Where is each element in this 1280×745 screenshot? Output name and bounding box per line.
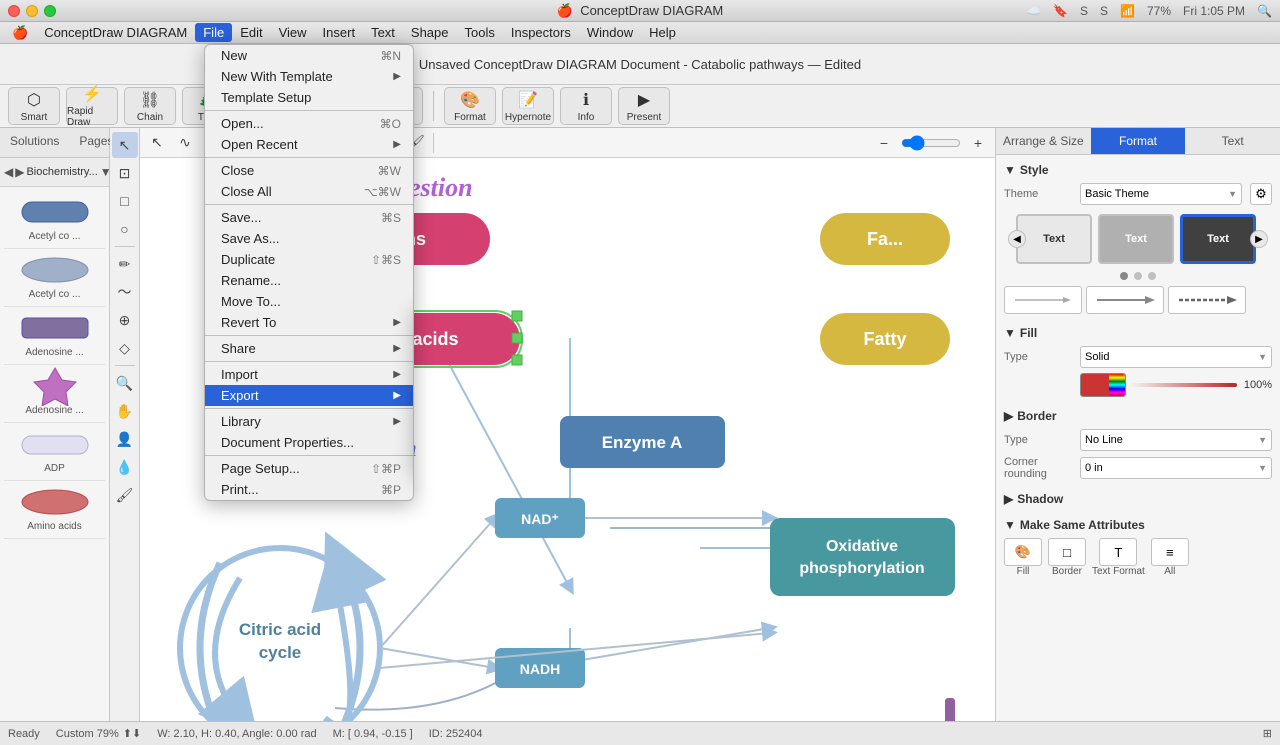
menu-new[interactable]: New ⌘N xyxy=(205,45,413,66)
menu-apple[interactable]: 🍎 xyxy=(4,23,36,43)
menubar: 🍎 ConceptDraw DIAGRAM File Edit View Ins… xyxy=(0,22,1280,44)
save-shortcut: ⌘S xyxy=(381,211,401,225)
menu-print[interactable]: Print... ⌘P xyxy=(205,479,413,500)
template-setup-label: Template Setup xyxy=(221,90,311,105)
menu-save-as[interactable]: Save As... xyxy=(205,228,413,249)
time-display: Fri 1:05 PM xyxy=(1183,4,1245,18)
close-label: Close xyxy=(221,163,254,178)
print-shortcut: ⌘P xyxy=(381,483,401,497)
menu-view[interactable]: View xyxy=(271,23,315,42)
import-label: Import xyxy=(221,367,258,382)
menu-page-setup[interactable]: Page Setup... ⇧⌘P xyxy=(205,458,413,479)
menu-close[interactable]: Close ⌘W xyxy=(205,160,413,181)
sep-2 xyxy=(205,157,413,158)
menu-tools[interactable]: Tools xyxy=(457,23,503,42)
library-label: Library xyxy=(221,414,261,429)
battery-indicator: 77% xyxy=(1147,4,1171,18)
new-shortcut: ⌘N xyxy=(380,49,401,63)
menu-shape[interactable]: Shape xyxy=(403,23,457,42)
export-label: Export xyxy=(221,388,259,403)
menu-doc-props[interactable]: Document Properties... xyxy=(205,432,413,453)
save-label: Save... xyxy=(221,210,261,225)
minimize-button[interactable] xyxy=(26,5,38,17)
menu-import[interactable]: Import ▶ xyxy=(205,364,413,385)
duplicate-label: Duplicate xyxy=(221,252,275,267)
move-to-label: Move To... xyxy=(221,294,281,309)
sep-3 xyxy=(205,204,413,205)
library-arrow: ▶ xyxy=(393,416,401,427)
revert-to-arrow: ▶ xyxy=(393,317,401,328)
maximize-button[interactable] xyxy=(44,5,56,17)
open-recent-arrow: ▶ xyxy=(393,139,401,150)
menu-edit[interactable]: Edit xyxy=(232,23,270,42)
new-template-label: New With Template xyxy=(221,69,333,84)
menu-library[interactable]: Library ▶ xyxy=(205,411,413,432)
close-shortcut: ⌘W xyxy=(378,164,401,178)
open-label: Open... xyxy=(221,116,264,131)
close-all-label: Close All xyxy=(221,184,272,199)
sep-1 xyxy=(205,110,413,111)
open-recent-label: Open Recent xyxy=(221,137,298,152)
menu-open[interactable]: Open... ⌘O xyxy=(205,113,413,134)
share-label: Share xyxy=(221,341,256,356)
cloud-icon: ☁️ xyxy=(1026,4,1041,18)
close-button[interactable] xyxy=(8,5,20,17)
file-menu: New ⌘N New With Template ▶ Template Setu… xyxy=(204,44,414,501)
menu-inspectors[interactable]: Inspectors xyxy=(503,23,579,42)
menu-duplicate[interactable]: Duplicate ⇧⌘S xyxy=(205,249,413,270)
new-template-arrow: ▶ xyxy=(393,71,401,82)
menu-export[interactable]: Export ▶ xyxy=(205,385,413,406)
print-label: Print... xyxy=(221,482,259,497)
menu-overlay[interactable]: New ⌘N New With Template ▶ Template Setu… xyxy=(0,44,1280,745)
export-arrow: ▶ xyxy=(393,390,401,401)
menu-help[interactable]: Help xyxy=(641,23,684,42)
menu-move-to[interactable]: Move To... xyxy=(205,291,413,312)
doc-props-label: Document Properties... xyxy=(221,435,354,450)
menu-revert-to[interactable]: Revert To ▶ xyxy=(205,312,413,333)
rename-label: Rename... xyxy=(221,273,281,288)
menu-file[interactable]: File xyxy=(195,23,232,42)
menu-save[interactable]: Save... ⌘S xyxy=(205,207,413,228)
menu-window[interactable]: Window xyxy=(579,23,641,42)
new-label: New xyxy=(221,48,247,63)
bookmark-icon: 🔖 xyxy=(1053,4,1068,18)
search-icon[interactable]: 🔍 xyxy=(1257,4,1272,18)
duplicate-shortcut: ⇧⌘S xyxy=(371,253,401,267)
s-icon: S xyxy=(1080,4,1088,18)
titlebar-right: ☁️ 🔖 S S 📶 77% Fri 1:05 PM 🔍 xyxy=(1026,4,1272,18)
revert-to-label: Revert To xyxy=(221,315,276,330)
menu-share[interactable]: Share ▶ xyxy=(205,338,413,359)
window-controls[interactable] xyxy=(8,5,56,17)
titlebar: 🍎 ConceptDraw DIAGRAM ☁️ 🔖 S S 📶 77% Fri… xyxy=(0,0,1280,22)
open-shortcut: ⌘O xyxy=(380,117,401,131)
sep-5 xyxy=(205,361,413,362)
skype-icon: S xyxy=(1100,4,1108,18)
page-setup-shortcut: ⇧⌘P xyxy=(371,462,401,476)
sep-4 xyxy=(205,335,413,336)
menu-new-template[interactable]: New With Template ▶ xyxy=(205,66,413,87)
menu-app[interactable]: ConceptDraw DIAGRAM xyxy=(36,23,195,42)
sep-7 xyxy=(205,455,413,456)
menu-close-all[interactable]: Close All ⌥⌘W xyxy=(205,181,413,202)
menu-open-recent[interactable]: Open Recent ▶ xyxy=(205,134,413,155)
sep-6 xyxy=(205,408,413,409)
wifi-icon: 📶 xyxy=(1120,4,1135,18)
page-setup-label: Page Setup... xyxy=(221,461,300,476)
apple-icon: 🍎 xyxy=(557,3,573,18)
close-all-shortcut: ⌥⌘W xyxy=(364,185,401,199)
menu-template-setup[interactable]: Template Setup xyxy=(205,87,413,108)
import-arrow: ▶ xyxy=(393,369,401,380)
menu-text[interactable]: Text xyxy=(363,23,403,42)
menu-insert[interactable]: Insert xyxy=(315,23,364,42)
menu-rename[interactable]: Rename... xyxy=(205,270,413,291)
save-as-label: Save As... xyxy=(221,231,280,246)
app-title: 🍎 ConceptDraw DIAGRAM xyxy=(557,3,723,19)
share-arrow: ▶ xyxy=(393,343,401,354)
